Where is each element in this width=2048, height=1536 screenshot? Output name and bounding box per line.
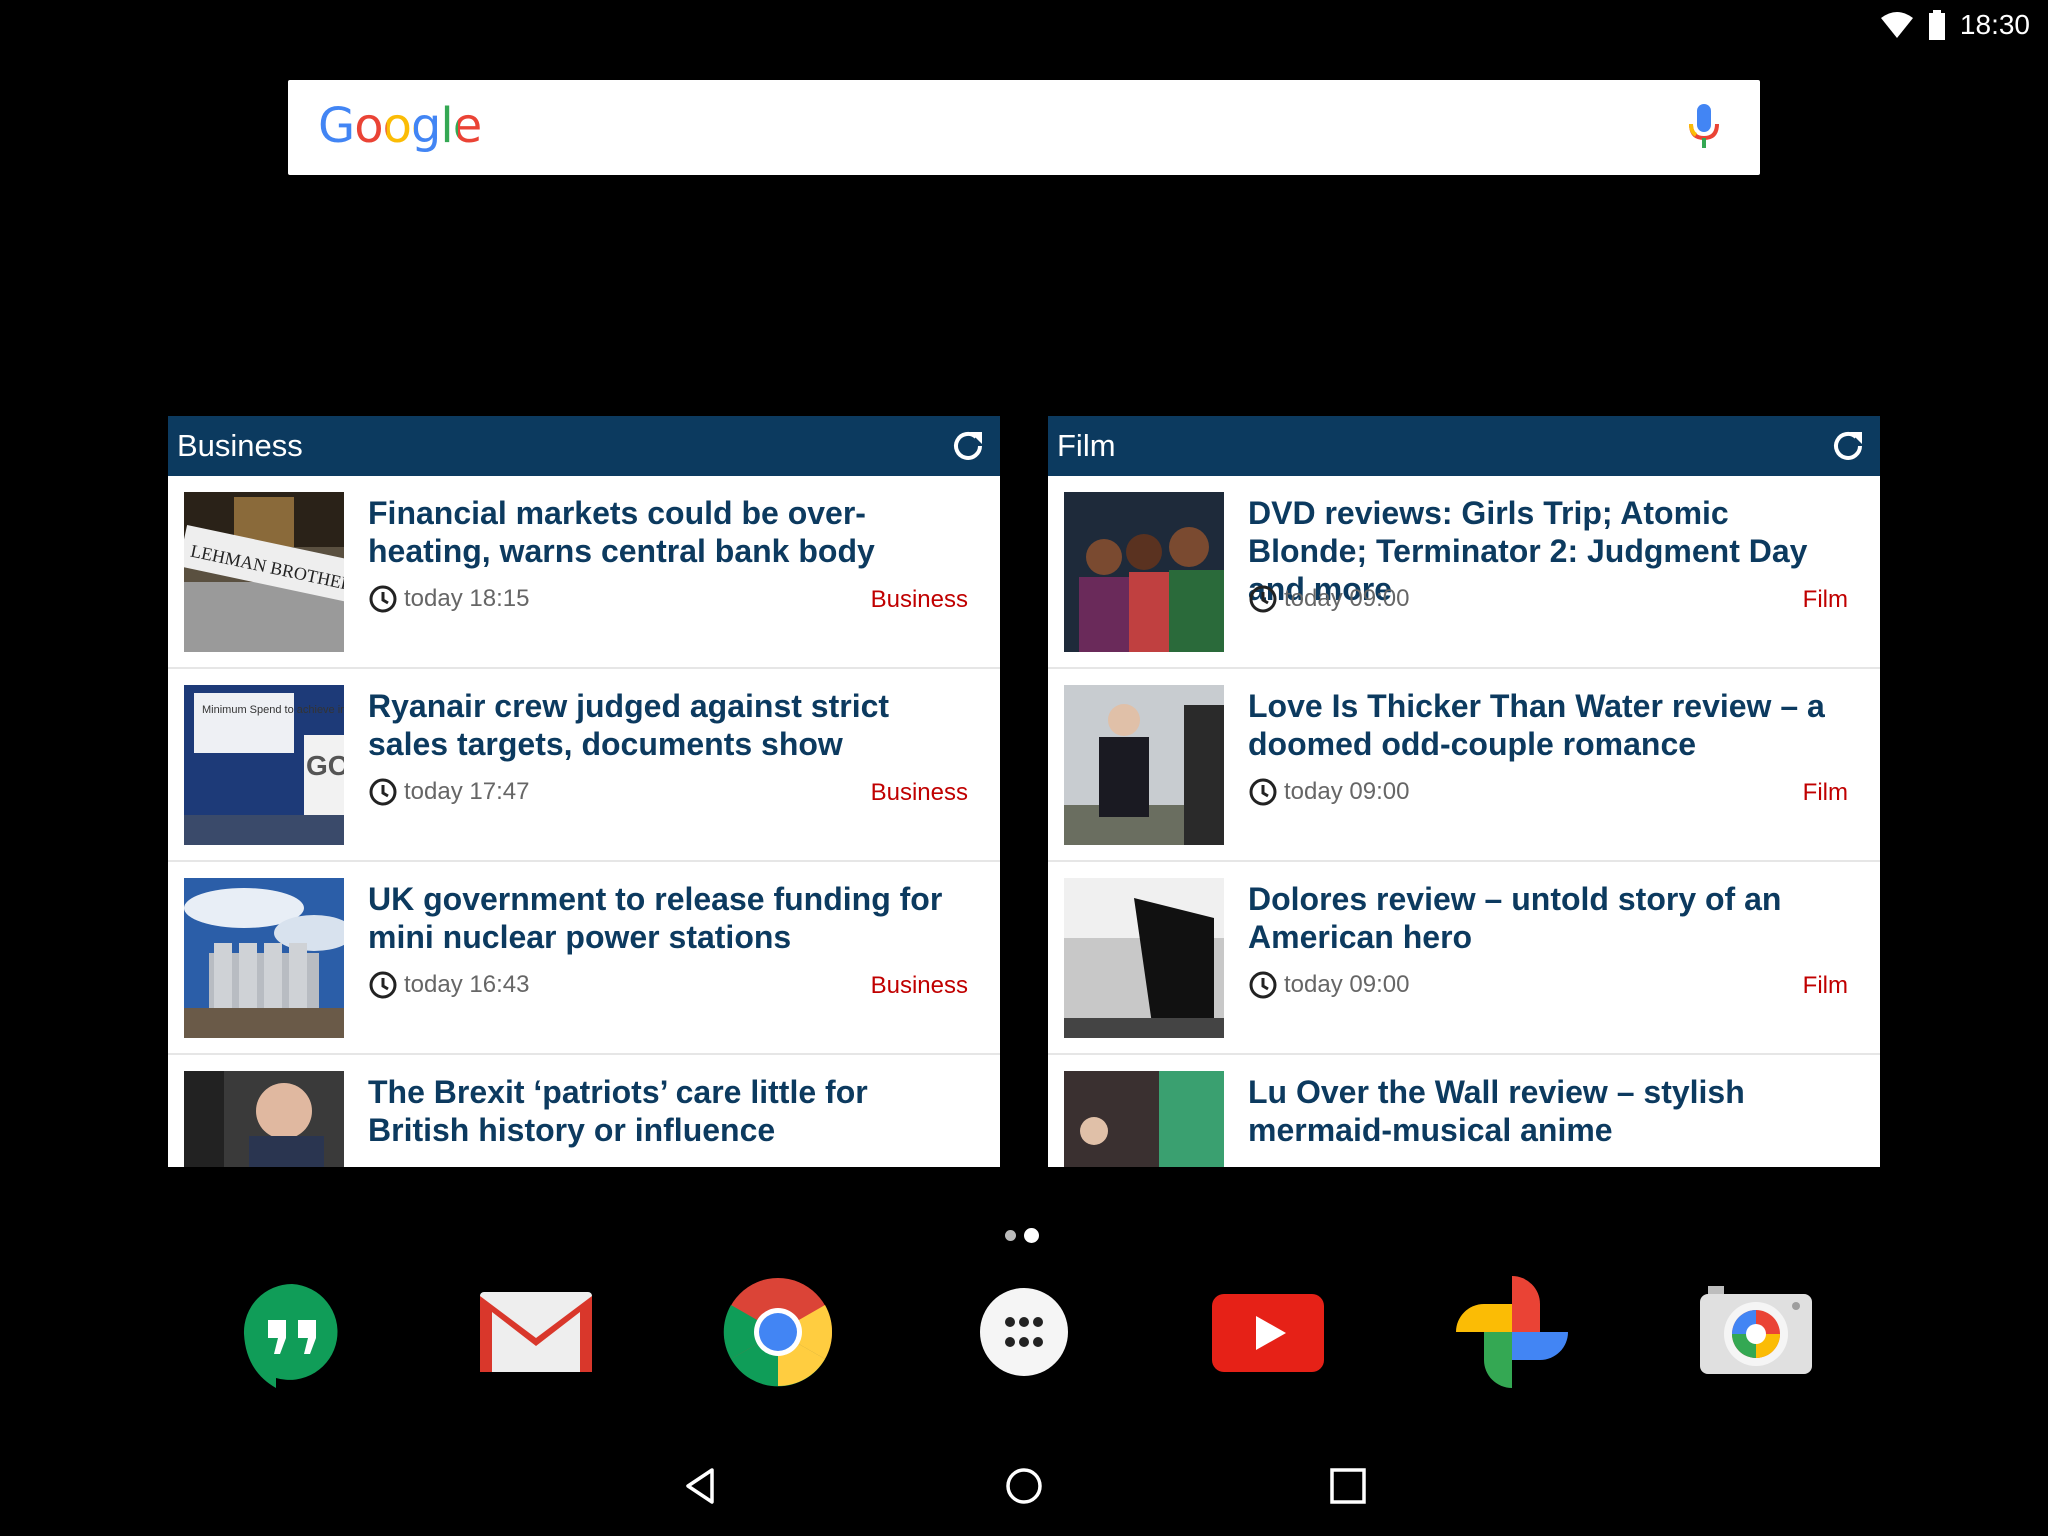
article-thumbnail xyxy=(1064,492,1224,652)
article-category: Film xyxy=(1802,779,1848,806)
article-headline: The Brexit ‘patriots’ care little for Br… xyxy=(368,1074,868,1148)
article-meta: today 09:00 xyxy=(1248,777,1409,807)
list-item[interactable]: LEHMAN BROTHERS Financial markets could … xyxy=(168,476,1000,669)
article-meta: today 09:00 xyxy=(1248,584,1409,614)
gmail-app-icon[interactable] xyxy=(480,1276,592,1388)
refresh-icon[interactable] xyxy=(1830,428,1866,464)
svg-text:Minimum Spend to achieve in yo: Minimum Spend to achieve in your flights xyxy=(202,704,344,716)
list-item[interactable]: The Brexit ‘patriots’ care little for Br… xyxy=(168,1055,1000,1167)
page-dot-active xyxy=(1024,1228,1039,1243)
clock-icon xyxy=(369,778,397,806)
clock-icon xyxy=(1249,585,1277,613)
article-category: Business xyxy=(870,972,968,999)
clock-icon xyxy=(369,585,397,613)
page-dot xyxy=(1005,1230,1016,1241)
list-item[interactable]: Love Is Thicker Than Water review – a do… xyxy=(1048,669,1880,862)
photos-app-icon[interactable] xyxy=(1456,1276,1568,1388)
article-headline: Dolores review – untold story of an Amer… xyxy=(1248,881,1782,955)
article-headline: Ryanair crew judged against strict sales… xyxy=(368,688,890,762)
status-time: 18:30 xyxy=(1959,9,2030,40)
article-category: Film xyxy=(1802,972,1848,999)
article-category: Business xyxy=(870,779,968,806)
widget-header: Business xyxy=(168,416,1000,476)
recents-icon[interactable] xyxy=(1328,1466,1368,1506)
article-category: Business xyxy=(870,586,968,613)
microphone-icon[interactable] xyxy=(1688,104,1720,150)
article-thumbnail: LEHMAN BROTHERS xyxy=(184,492,344,652)
app-drawer-icon[interactable] xyxy=(968,1276,1080,1388)
article-thumbnail xyxy=(184,1071,344,1167)
list-item[interactable]: Dolores review – untold story of an Amer… xyxy=(1048,862,1880,1055)
chrome-app-icon[interactable] xyxy=(722,1276,834,1388)
status-bar: 18:30 xyxy=(1880,0,2048,50)
widget-title: Business xyxy=(177,428,303,463)
clock-icon xyxy=(1249,778,1277,806)
home-icon[interactable] xyxy=(1004,1466,1044,1506)
battery-icon xyxy=(1928,10,1945,40)
article-category: Film xyxy=(1802,586,1848,613)
google-search-bar[interactable]: Google xyxy=(288,80,1760,175)
camera-app-icon[interactable] xyxy=(1700,1276,1812,1388)
back-icon[interactable] xyxy=(682,1466,722,1506)
youtube-app-icon[interactable] xyxy=(1212,1276,1324,1388)
article-meta: today 16:43 xyxy=(368,970,529,1000)
widget-title: Film xyxy=(1057,428,1116,463)
list-item[interactable]: DVD reviews: Girls Trip; Atomic Blonde; … xyxy=(1048,476,1880,669)
article-thumbnail: Minimum Spend to achieve in your flights… xyxy=(184,685,344,845)
article-time: today 18:15 xyxy=(404,585,530,612)
article-headline: UK government to release funding for min… xyxy=(368,881,943,955)
clock-icon xyxy=(1249,971,1277,999)
svg-text:GO: GO xyxy=(306,750,344,781)
article-headline: Lu Over the Wall review – stylish mermai… xyxy=(1248,1074,1745,1148)
google-logo: Google xyxy=(318,98,482,154)
business-news-widget: Business LEHMAN BROTHERS Financial marke… xyxy=(168,416,1000,1167)
article-headline: Love Is Thicker Than Water review – a do… xyxy=(1248,688,1825,762)
article-time: today 17:47 xyxy=(404,778,530,805)
article-time: today 09:00 xyxy=(1284,778,1410,805)
article-thumbnail xyxy=(184,878,344,1038)
list-item[interactable]: Minimum Spend to achieve in your flights… xyxy=(168,669,1000,862)
article-meta: today 09:00 xyxy=(1248,970,1409,1000)
list-item[interactable]: Lu Over the Wall review – stylish mermai… xyxy=(1048,1055,1880,1167)
article-time: today 16:43 xyxy=(404,971,530,998)
article-meta: today 18:15 xyxy=(368,584,529,614)
list-item[interactable]: UK government to release funding for min… xyxy=(168,862,1000,1055)
article-thumbnail xyxy=(1064,1071,1224,1167)
widget-header: Film xyxy=(1048,416,1880,476)
article-time: today 09:00 xyxy=(1284,971,1410,998)
film-news-widget: Film DVD reviews: Girls Trip; Atomic Blo… xyxy=(1048,416,1880,1167)
wifi-icon xyxy=(1880,12,1913,38)
article-thumbnail xyxy=(1064,685,1224,845)
article-meta: today 17:47 xyxy=(368,777,529,807)
hangouts-app-icon[interactable] xyxy=(236,1276,348,1388)
clock-icon xyxy=(369,971,397,999)
page-indicator xyxy=(1005,1228,1039,1243)
article-thumbnail xyxy=(1064,878,1224,1038)
article-time: today 09:00 xyxy=(1284,585,1410,612)
article-headline: Financial markets could be over-heating,… xyxy=(368,495,875,569)
refresh-icon[interactable] xyxy=(950,428,986,464)
